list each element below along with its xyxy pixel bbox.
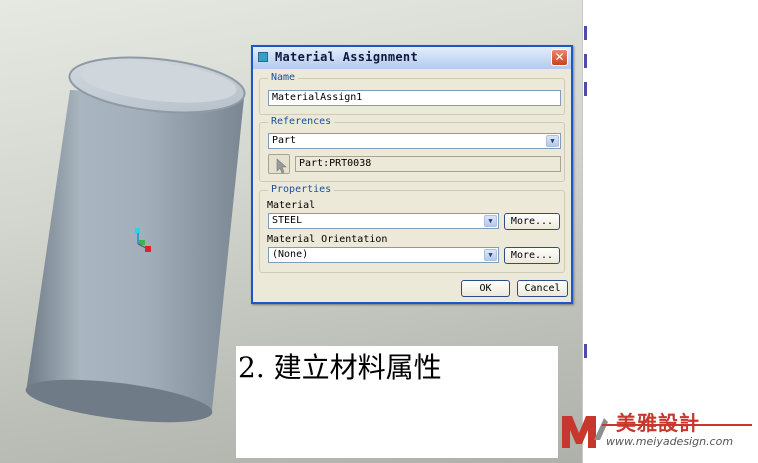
panel-edge-marker: [584, 54, 587, 68]
chevron-down-icon[interactable]: ▼: [484, 249, 497, 261]
material-select[interactable]: STEEL ▼: [268, 213, 499, 229]
dialog-window-icon: [258, 52, 268, 62]
material-label: Material: [267, 200, 316, 211]
caption-box: 2. 建立材料属性: [236, 346, 558, 458]
watermark-logo: 美雅設計 www.meiyadesign.com: [560, 406, 756, 458]
name-group: Name MaterialAssign1: [259, 72, 565, 115]
close-button[interactable]: ✕: [551, 49, 568, 66]
close-icon: ✕: [554, 50, 565, 64]
caption-text: 2. 建立材料属性: [238, 351, 442, 384]
orientation-value: (None): [272, 249, 309, 260]
properties-legend: Properties: [268, 184, 335, 195]
arrow-cursor-icon: [276, 158, 287, 174]
orientation-label: Material Orientation: [267, 234, 388, 245]
material-assignment-dialog: Material Assignment ✕ Name MaterialAssig…: [251, 45, 573, 304]
ok-button[interactable]: OK: [461, 280, 510, 297]
references-group: References Part ▼ Part:PRT0038: [259, 116, 565, 182]
properties-group: Properties Material STEEL ▼ More... Mate…: [259, 184, 565, 273]
reference-type-value: Part: [272, 135, 297, 146]
chevron-down-icon[interactable]: ▼: [484, 215, 497, 227]
cancel-button[interactable]: Cancel: [517, 280, 568, 297]
right-panel: [582, 0, 758, 463]
reference-display: Part:PRT0038: [295, 156, 561, 172]
name-input[interactable]: MaterialAssign1: [268, 90, 561, 106]
orientation-select[interactable]: (None) ▼: [268, 247, 499, 263]
orientation-more-button[interactable]: More...: [504, 247, 560, 264]
pick-reference-button[interactable]: [268, 154, 290, 174]
watermark-url: www.meiyadesign.com: [606, 435, 734, 448]
material-more-label: More...: [510, 216, 554, 227]
dialog-title: Material Assignment: [275, 50, 418, 64]
chevron-down-icon[interactable]: ▼: [546, 135, 559, 147]
panel-edge-marker: [584, 26, 587, 40]
orientation-more-label: More...: [510, 250, 554, 261]
panel-edge-marker: [584, 344, 587, 358]
material-value: STEEL: [272, 215, 303, 226]
material-more-button[interactable]: More...: [504, 213, 560, 230]
watermark-brand: 美雅設計: [616, 411, 700, 435]
name-legend: Name: [268, 72, 299, 83]
references-legend: References: [268, 116, 335, 127]
reference-type-select[interactable]: Part ▼: [268, 133, 561, 149]
panel-edge-marker: [584, 82, 587, 96]
dialog-titlebar[interactable]: Material Assignment ✕: [253, 47, 571, 69]
